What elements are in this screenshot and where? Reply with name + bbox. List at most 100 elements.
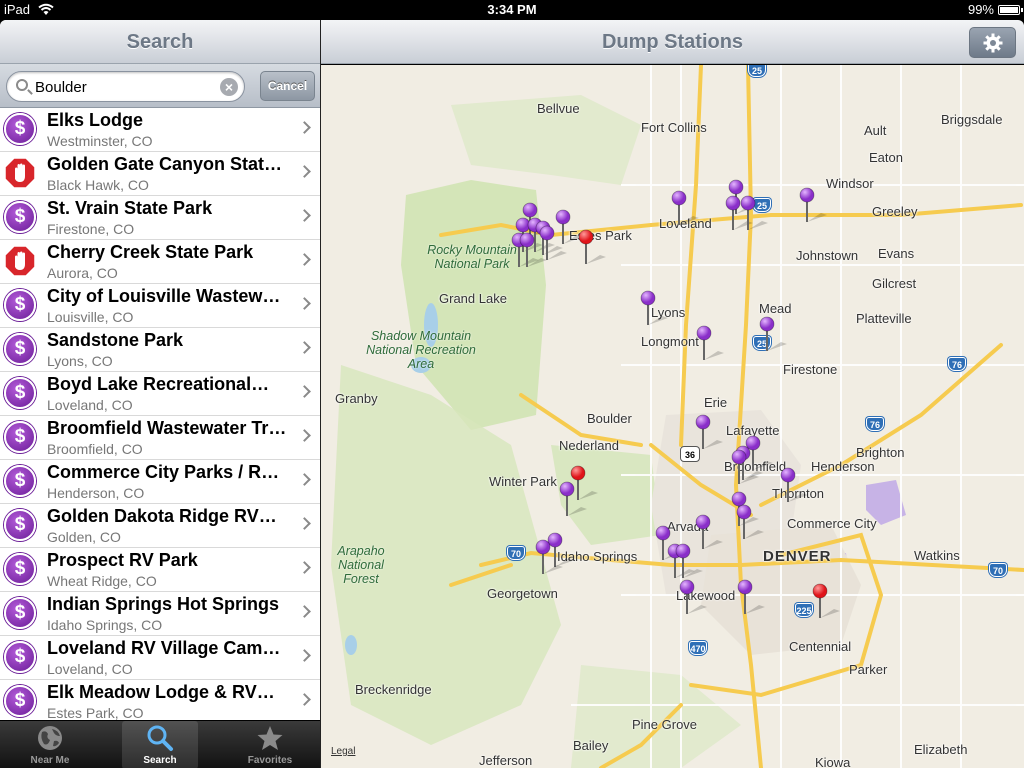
- search-panel-title: Search: [0, 20, 320, 64]
- map-pin-purple[interactable]: [640, 290, 668, 325]
- chevron-right-icon: [298, 253, 311, 266]
- result-row[interactable]: $ Elk Meadow Lodge & RV… Estes Park, CO: [0, 680, 320, 724]
- result-row[interactable]: $ Sandstone Park Lyons, CO: [0, 328, 320, 372]
- map-pin-purple[interactable]: [799, 187, 827, 222]
- search-icon: [147, 725, 173, 751]
- cancel-button[interactable]: Cancel: [260, 71, 315, 101]
- chevron-right-icon: [298, 165, 311, 178]
- map-pin-purple[interactable]: [696, 325, 724, 360]
- map-pin-purple[interactable]: [737, 579, 765, 614]
- map-pin-red[interactable]: [570, 465, 598, 500]
- result-name: St. Vrain State Park: [47, 198, 213, 218]
- result-row[interactable]: $ St. Vrain State Park Firestone, CO: [0, 196, 320, 240]
- map-pin-purple[interactable]: [759, 316, 787, 351]
- result-row[interactable]: $ Golden Dakota Ridge RV… Golden, CO: [0, 504, 320, 548]
- result-location: Westminster, CO: [47, 133, 153, 149]
- result-location: Loveland, CO: [47, 661, 133, 677]
- dollar-icon: $: [4, 641, 36, 673]
- status-bar: iPad 3:34 PM 99%: [0, 0, 1024, 20]
- pin-overlay: [511, 179, 840, 618]
- results-list: $ Elks Lodge Westminster, CO Golden Gate Ca…: [0, 108, 320, 740]
- result-location: Golden, CO: [47, 529, 121, 545]
- map-pin-purple[interactable]: [736, 504, 764, 539]
- result-name: Cherry Creek State Park: [47, 242, 254, 262]
- search-field[interactable]: ×: [6, 71, 245, 102]
- dollar-icon: $: [4, 509, 36, 541]
- tab-favorites[interactable]: Favorites: [232, 721, 308, 768]
- settings-button[interactable]: [969, 27, 1016, 58]
- dollar-icon: $: [4, 333, 36, 365]
- result-location: Estes Park, CO: [47, 705, 144, 721]
- gear-icon: [983, 33, 1003, 53]
- result-name: Golden Dakota Ridge RV…: [47, 506, 277, 526]
- tab-near-me[interactable]: Near Me: [12, 721, 88, 768]
- result-row[interactable]: $ Loveland RV Village Cam… Loveland, CO: [0, 636, 320, 680]
- chevron-right-icon: [298, 605, 311, 618]
- clock: 3:34 PM: [487, 2, 537, 17]
- dollar-icon: $: [4, 685, 36, 717]
- chevron-right-icon: [298, 209, 311, 222]
- map-pin-purple[interactable]: [695, 514, 723, 549]
- result-row[interactable]: $ Commerce City Parks / Re… Henderson, CO: [0, 460, 320, 504]
- result-row[interactable]: $ Elks Lodge Westminster, CO: [0, 108, 320, 152]
- star-icon: [257, 726, 283, 750]
- tab-bar: Near Me Search Favorites: [0, 720, 320, 768]
- result-location: Wheat Ridge, CO: [47, 573, 157, 589]
- stop-hand-icon: [4, 245, 36, 277]
- dollar-icon: $: [4, 553, 36, 585]
- chevron-right-icon: [298, 517, 311, 530]
- result-name: Golden Gate Canyon Stat…: [47, 154, 283, 174]
- result-location: Aurora, CO: [47, 265, 118, 281]
- dollar-icon: $: [4, 465, 36, 497]
- map-pin-red[interactable]: [812, 583, 840, 618]
- chevron-right-icon: [298, 385, 311, 398]
- dollar-icon: $: [4, 421, 36, 453]
- battery-percent: 99%: [967, 2, 994, 17]
- result-location: Louisville, CO: [47, 309, 134, 325]
- map-pin-purple[interactable]: [695, 414, 723, 449]
- chevron-right-icon: [298, 341, 311, 354]
- search-panel: Search × Cancel $ Elks Lodge Westminster, …: [0, 20, 320, 768]
- battery-icon: [998, 5, 1023, 15]
- search-input[interactable]: [35, 77, 215, 97]
- result-row[interactable]: $ Indian Springs Hot Springs Idaho Springs…: [0, 592, 320, 636]
- map-pin-purple[interactable]: [780, 467, 808, 502]
- result-row[interactable]: $ City of Louisville Wastew… Louisville, C…: [0, 284, 320, 328]
- result-name: Broomfield Wastewater Tr…: [47, 418, 287, 438]
- result-location: Black Hawk, CO: [47, 177, 149, 193]
- result-name: Loveland RV Village Cam…: [47, 638, 281, 658]
- result-name: Elk Meadow Lodge & RV…: [47, 682, 275, 702]
- result-location: Firestone, CO: [47, 221, 135, 237]
- result-row[interactable]: Golden Gate Canyon Stat… Black Hawk, CO: [0, 152, 320, 196]
- tab-label: Favorites: [247, 755, 293, 766]
- map-pin-red[interactable]: [578, 229, 606, 264]
- chevron-right-icon: [298, 297, 311, 310]
- chevron-right-icon: [298, 429, 311, 442]
- map-view[interactable]: Bellvue Fort Collins Ault Briggsdale Eat…: [321, 65, 1024, 768]
- map-pin-purple[interactable]: [547, 532, 575, 567]
- map-title: Dump Stations: [321, 20, 1024, 64]
- result-row[interactable]: $ Boyd Lake Recreational… Loveland, CO: [0, 372, 320, 416]
- result-row[interactable]: $ Broomfield Wastewater Tr… Broomfield, CO: [0, 416, 320, 460]
- result-name: Prospect RV Park: [47, 550, 198, 570]
- result-location: Henderson, CO: [47, 485, 145, 501]
- dollar-icon: $: [4, 377, 36, 409]
- map-pin-purple[interactable]: [559, 481, 587, 516]
- tab-label: Search: [143, 755, 177, 766]
- result-row[interactable]: Cherry Creek State Park Aurora, CO: [0, 240, 320, 284]
- map-pin-purple[interactable]: [679, 579, 707, 614]
- chevron-right-icon: [298, 121, 311, 134]
- chevron-right-icon: [298, 649, 311, 662]
- tab-label: Near Me: [30, 755, 70, 766]
- dollar-icon: $: [4, 113, 36, 145]
- result-row[interactable]: $ Prospect RV Park Wheat Ridge, CO: [0, 548, 320, 592]
- result-name: Indian Springs Hot Springs: [47, 594, 280, 614]
- dollar-icon: $: [4, 201, 36, 233]
- clear-icon[interactable]: ×: [220, 78, 238, 96]
- tab-search[interactable]: Search: [122, 721, 198, 768]
- map-pin-purple[interactable]: [671, 190, 699, 225]
- result-location: Loveland, CO: [47, 397, 133, 413]
- result-name: Commerce City Parks / Re…: [47, 462, 289, 482]
- result-location: Idaho Springs, CO: [47, 617, 163, 633]
- result-name: Sandstone Park: [47, 330, 184, 350]
